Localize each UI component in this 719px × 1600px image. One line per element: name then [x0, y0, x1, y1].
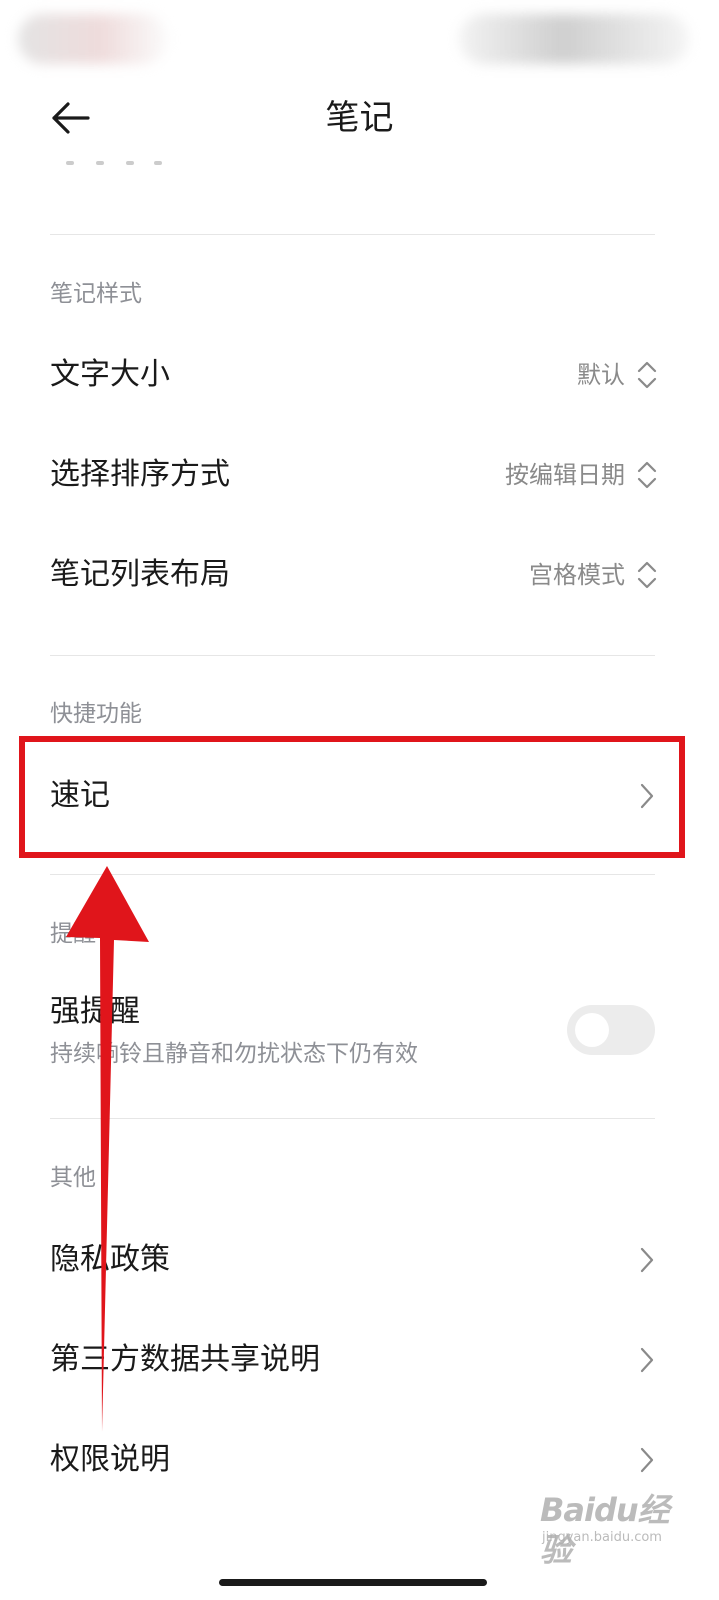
setting-label: 笔记列表布局 — [50, 557, 230, 592]
setting-value: 按编辑日期 — [505, 461, 625, 489]
chevron-right-icon — [640, 1447, 654, 1473]
setting-label: 隐私政策 — [50, 1242, 170, 1277]
clipped-previous-row — [66, 161, 182, 169]
chevron-right-icon — [640, 783, 654, 809]
section-label-reminder: 提醒 — [50, 921, 96, 947]
setting-list-layout[interactable]: 笔记列表布局 宫格模式 — [20, 525, 680, 625]
up-down-arrow-icon — [637, 461, 657, 489]
setting-label: 强提醒 — [50, 994, 140, 1029]
chevron-right-icon — [640, 1347, 654, 1373]
setting-value: 默认 — [577, 361, 625, 389]
setting-privacy-policy[interactable]: 隐私政策 — [20, 1210, 680, 1310]
section-label-note-style: 笔记样式 — [50, 281, 142, 307]
section-label-shortcuts: 快捷功能 — [50, 701, 142, 727]
top-app-bar: 笔记 — [0, 78, 719, 158]
setting-value: 宫格模式 — [529, 561, 625, 589]
home-indicator[interactable] — [219, 1579, 487, 1586]
status-bar-right-blurred — [459, 14, 689, 64]
setting-quick-note[interactable]: 速记 — [20, 746, 680, 846]
setting-label: 速记 — [50, 778, 110, 813]
strong-reminder-toggle[interactable] — [567, 1005, 655, 1055]
status-bar-left-blurred — [18, 14, 168, 64]
toggle-knob — [575, 1013, 609, 1047]
section-label-other: 其他 — [50, 1165, 96, 1191]
setting-label: 文字大小 — [50, 357, 170, 392]
page-title: 笔记 — [325, 98, 394, 138]
up-down-arrow-icon — [637, 361, 657, 389]
baidu-jingyan-watermark: Baidu经验 jingyan.baidu.com — [536, 1488, 676, 1569]
setting-strong-reminder: 强提醒 持续响铃且静音和勿扰状态下仍有效 — [20, 968, 680, 1088]
setting-label: 权限说明 — [50, 1442, 170, 1477]
divider — [50, 655, 655, 656]
divider — [50, 874, 655, 875]
up-down-arrow-icon — [637, 561, 657, 589]
divider — [50, 1118, 655, 1119]
setting-label: 第三方数据共享说明 — [50, 1342, 320, 1377]
setting-label: 选择排序方式 — [50, 457, 230, 492]
watermark-url: jingyan.baidu.com — [542, 1530, 662, 1545]
divider — [50, 234, 655, 235]
setting-text-size[interactable]: 文字大小 默认 — [20, 325, 680, 425]
setting-description: 持续响铃且静音和勿扰状态下仍有效 — [50, 1041, 418, 1067]
chevron-right-icon — [640, 1247, 654, 1273]
setting-sort-order[interactable]: 选择排序方式 按编辑日期 — [20, 425, 680, 525]
setting-third-party-data-sharing[interactable]: 第三方数据共享说明 — [20, 1310, 680, 1410]
